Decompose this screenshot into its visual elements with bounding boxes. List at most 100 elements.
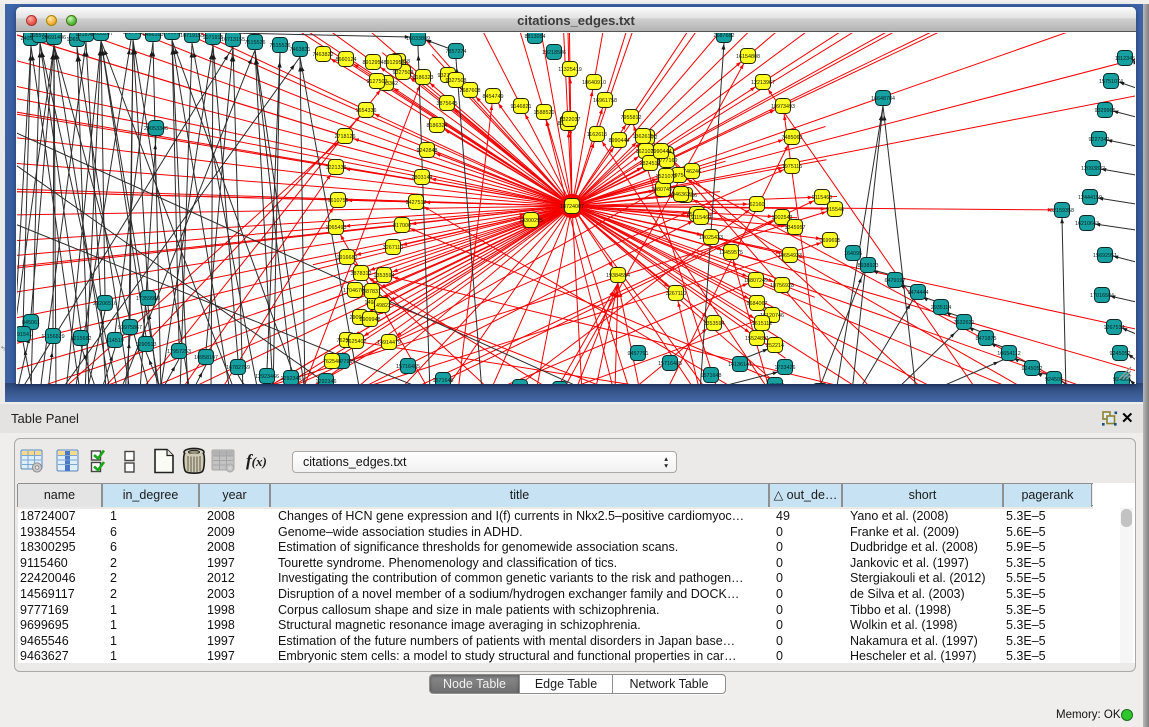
svg-text:19654923: 19654923 [778,253,802,259]
svg-text:11156829: 11156829 [41,334,64,340]
svg-text:1654336: 1654336 [356,108,377,114]
svg-text:2909948: 2909948 [360,317,381,323]
svg-text:1527602: 1527602 [123,33,144,36]
svg-text:7955812: 7955812 [621,115,642,121]
svg-text:7485063: 7485063 [782,135,803,141]
svg-text:1221336: 1221336 [326,165,347,171]
svg-text:845061: 845061 [22,320,40,326]
svg-text:7515526: 7515526 [245,40,266,46]
svg-text:29053346: 29053346 [144,126,168,132]
svg-text:15524851: 15524851 [745,336,769,342]
svg-text:391541: 391541 [17,332,32,338]
svg-text:14914479: 14914479 [377,340,401,346]
svg-text:19384554: 19384554 [606,273,630,279]
svg-text:3878312: 3878312 [351,271,372,277]
svg-text:15716485: 15716485 [396,364,420,370]
svg-text:17957253: 17957253 [167,349,191,355]
svg-text:1571648: 1571648 [433,378,454,384]
svg-text:16648784: 16648784 [871,96,895,102]
svg-text:9474444: 9474444 [908,290,929,296]
svg-text:9329965: 9329965 [1095,108,1116,114]
svg-text:10958107: 10958107 [194,355,218,361]
svg-text:1065493: 1065493 [326,225,347,231]
svg-text:9115460: 9115460 [812,195,833,201]
svg-text:1615112: 1615112 [752,321,773,327]
svg-text:1975115: 1975115 [782,164,803,170]
svg-text:12093822: 12093822 [1081,166,1105,172]
svg-text:6466160: 6466160 [143,33,164,38]
svg-text:11325419: 11325419 [558,67,582,73]
svg-text:13459575: 13459575 [719,250,743,256]
svg-text:1916682: 1916682 [337,255,358,261]
svg-text:7463822: 7463822 [313,52,334,58]
svg-text:12444159: 12444159 [1078,195,1102,201]
svg-text:114519: 114519 [106,338,124,344]
svg-text:1112345: 1112345 [1115,56,1135,62]
svg-text:16961758: 16961758 [593,98,617,104]
svg-text:10653267: 10653267 [89,33,113,37]
svg-text:9327508: 9327508 [446,78,467,84]
svg-text:8912954: 8912954 [363,60,384,66]
svg-text:20206516: 20206516 [93,301,117,307]
svg-text:32159358: 32159358 [1050,208,1074,214]
svg-text:8322037: 8322037 [560,117,581,123]
svg-text:1733426: 1733426 [775,365,796,371]
svg-text:387831: 387831 [363,289,381,295]
svg-text:9684067: 9684067 [747,301,768,307]
svg-text:18724007: 18724007 [560,204,584,210]
svg-text:93975867: 93975867 [118,325,142,331]
svg-text:8938923: 8938923 [858,263,879,269]
svg-text:10025433: 10025433 [699,235,723,241]
svg-text:8186323: 8186323 [413,75,434,81]
svg-text:2687608: 2687608 [460,88,481,94]
svg-text:15692951: 15692951 [1093,253,1117,259]
svg-text:6479197: 6479197 [885,278,906,284]
svg-text:762540: 762540 [323,359,341,365]
svg-text:12213967: 12213967 [751,80,775,86]
svg-text:9227342: 9227342 [1089,137,1110,143]
svg-text:10756928: 10756928 [770,283,794,289]
svg-text:16782759: 16782759 [226,365,250,371]
svg-text:16033809: 16033809 [406,36,430,42]
svg-text:915546: 915546 [826,207,844,213]
svg-text:17359958: 17359958 [136,296,160,302]
svg-text:1588520: 1588520 [534,110,555,116]
svg-text:16210643: 16210643 [1075,221,1099,227]
svg-text:7515526: 7515526 [270,43,291,49]
svg-text:8454749: 8454749 [483,94,504,100]
svg-text:12923466: 12923466 [255,374,279,380]
svg-text:1610755: 1610755 [328,198,349,204]
svg-text:8186324: 8186324 [427,123,448,129]
svg-text:1345957: 1345957 [785,225,806,231]
svg-text:1353594: 1353594 [374,273,395,279]
svg-text:20691406: 20691406 [42,35,66,41]
svg-text:9457791: 9457791 [628,351,649,357]
svg-text:164095: 164095 [844,251,862,257]
svg-text:2687682: 2687682 [714,33,735,39]
svg-text:19463627: 19463627 [669,192,693,198]
svg-text:7463821: 7463821 [290,47,311,53]
svg-text:9127503: 9127503 [367,79,388,85]
svg-text:1353594: 1353594 [704,321,725,327]
svg-text:8660124: 8660124 [336,57,357,63]
svg-text:9146821: 9146821 [511,104,532,110]
svg-text:14136141: 14136141 [728,362,752,368]
svg-text:2803144: 2803144 [412,175,433,181]
svg-text:2718126: 2718126 [335,134,356,140]
svg-text:817006: 817006 [393,223,411,229]
svg-text:3267110: 3267110 [383,245,404,251]
svg-text:10654112: 10654112 [997,351,1021,357]
svg-text:924505: 924505 [1045,377,1063,383]
svg-text:16154808: 16154808 [736,54,760,60]
svg-text:1990444: 1990444 [651,149,672,155]
svg-text:1824514: 1824514 [640,161,661,167]
svg-text:62160: 62160 [750,202,765,208]
svg-text:945779: 945779 [766,383,784,384]
svg-text:9427512: 9427512 [406,200,427,206]
svg-text:10973493: 10973493 [771,104,795,110]
svg-text:8912955: 8912955 [384,60,405,66]
svg-text:1290513: 1290513 [136,342,157,348]
svg-text:1521072: 1521072 [656,174,677,180]
svg-text:16713155: 16713155 [221,37,245,43]
svg-text:1215682: 1215682 [71,336,92,342]
